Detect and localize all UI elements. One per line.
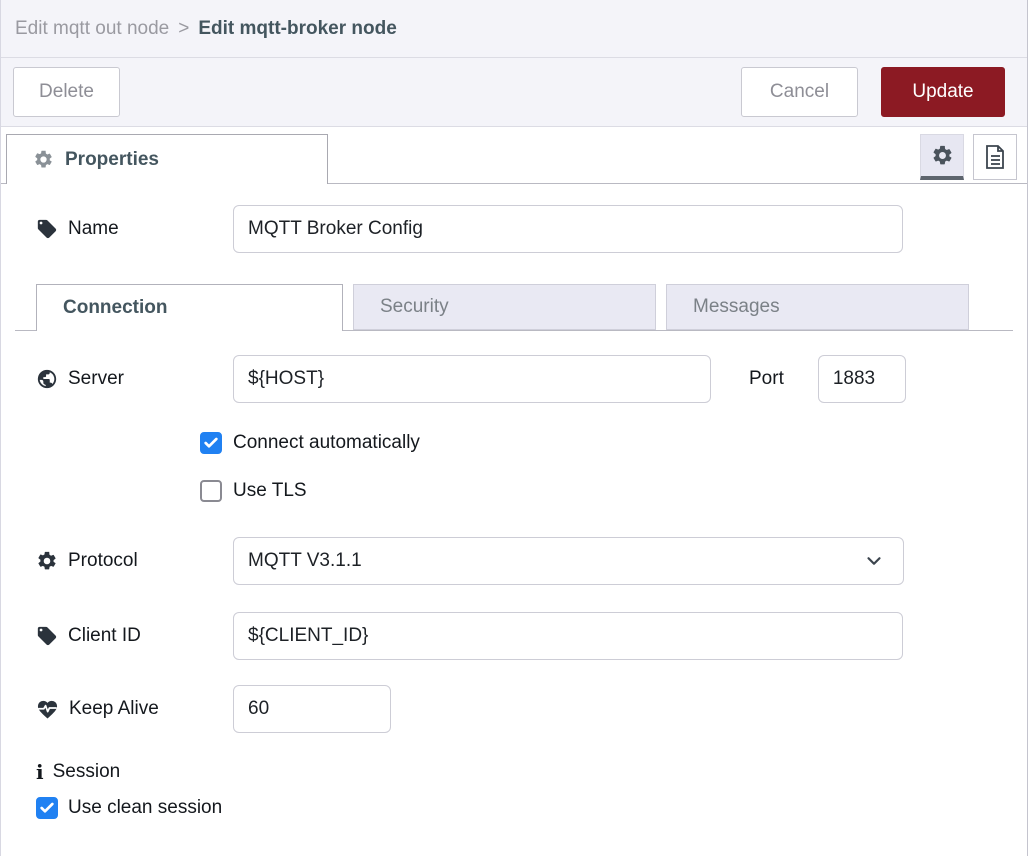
globe-icon	[36, 368, 58, 390]
server-label: Server	[15, 368, 233, 390]
keep-alive-input[interactable]	[233, 685, 391, 733]
description-toggle-button[interactable]	[973, 134, 1017, 180]
breadcrumb-separator: >	[178, 18, 189, 40]
use-tls-label[interactable]: Use TLS	[233, 480, 307, 502]
clean-session-label[interactable]: Use clean session	[68, 797, 222, 819]
client-id-label: Client ID	[15, 625, 233, 647]
tab-messages[interactable]: Messages	[666, 284, 969, 330]
editor-tab-bar: Properties	[1, 127, 1027, 184]
keep-alive-label-text: Keep Alive	[69, 698, 159, 720]
use-tls-row: Use TLS	[200, 480, 1013, 502]
name-label: Name	[15, 218, 233, 240]
tab-properties[interactable]: Properties	[6, 134, 328, 184]
protocol-select[interactable]: MQTT V3.1.1	[233, 537, 904, 585]
dialog-toolbar: Delete Cancel Update	[1, 58, 1027, 127]
connect-automatically-checkbox[interactable]	[200, 432, 222, 454]
chevron-down-icon	[863, 550, 885, 572]
tab-connection[interactable]: Connection	[36, 284, 343, 331]
server-input[interactable]	[233, 355, 711, 403]
tab-security[interactable]: Security	[353, 284, 656, 330]
page-title: Edit mqtt-broker node	[198, 18, 396, 40]
port-input[interactable]	[818, 355, 906, 403]
gear-icon	[36, 550, 58, 572]
delete-button[interactable]: Delete	[13, 67, 120, 117]
tag-icon	[36, 218, 58, 240]
protocol-row: Protocol MQTT V3.1.1	[15, 537, 1013, 585]
connect-automatically-row: Connect automatically	[200, 432, 1013, 454]
editor-icon-group	[920, 134, 1017, 180]
properties-toggle-button[interactable]	[920, 134, 964, 180]
check-icon	[39, 800, 55, 816]
properties-panel: Name Connection Security Messages Server…	[1, 205, 1027, 819]
heartbeat-icon	[36, 698, 59, 721]
protocol-label-text: Protocol	[68, 550, 138, 572]
session-heading: i Session	[36, 761, 1013, 783]
update-button[interactable]: Update	[881, 67, 1005, 117]
keep-alive-row: Keep Alive	[15, 685, 1013, 733]
breadcrumb-parent[interactable]: Edit mqtt out node	[15, 18, 169, 40]
edit-mqtt-broker-dialog: Edit mqtt out node > Edit mqtt-broker no…	[0, 0, 1028, 856]
gear-icon	[931, 144, 954, 167]
keep-alive-label: Keep Alive	[15, 698, 233, 721]
server-label-text: Server	[68, 368, 124, 390]
port-label: Port	[749, 368, 784, 390]
session-label-text: Session	[53, 761, 121, 783]
check-icon	[203, 435, 219, 451]
connect-automatically-label[interactable]: Connect automatically	[233, 432, 420, 454]
protocol-label: Protocol	[15, 550, 233, 572]
properties-tab-label: Properties	[65, 149, 159, 171]
use-tls-checkbox[interactable]	[200, 480, 222, 502]
name-row: Name	[15, 205, 1013, 253]
gear-icon	[33, 149, 54, 170]
clean-session-row: Use clean session	[36, 797, 1013, 819]
info-icon: i	[36, 762, 44, 782]
clean-session-checkbox[interactable]	[36, 797, 58, 819]
tag-icon	[36, 625, 58, 647]
protocol-selected-value: MQTT V3.1.1	[248, 550, 863, 572]
dialog-header: Edit mqtt out node > Edit mqtt-broker no…	[1, 0, 1027, 58]
cancel-button[interactable]: Cancel	[741, 67, 858, 117]
name-label-text: Name	[68, 218, 119, 240]
broker-tab-bar: Connection Security Messages	[15, 284, 1013, 331]
document-icon	[983, 144, 1007, 170]
name-input[interactable]	[233, 205, 903, 253]
server-row: Server Port	[15, 355, 1013, 403]
client-id-row: Client ID	[15, 612, 1013, 660]
client-id-input[interactable]	[233, 612, 903, 660]
client-id-label-text: Client ID	[68, 625, 141, 647]
